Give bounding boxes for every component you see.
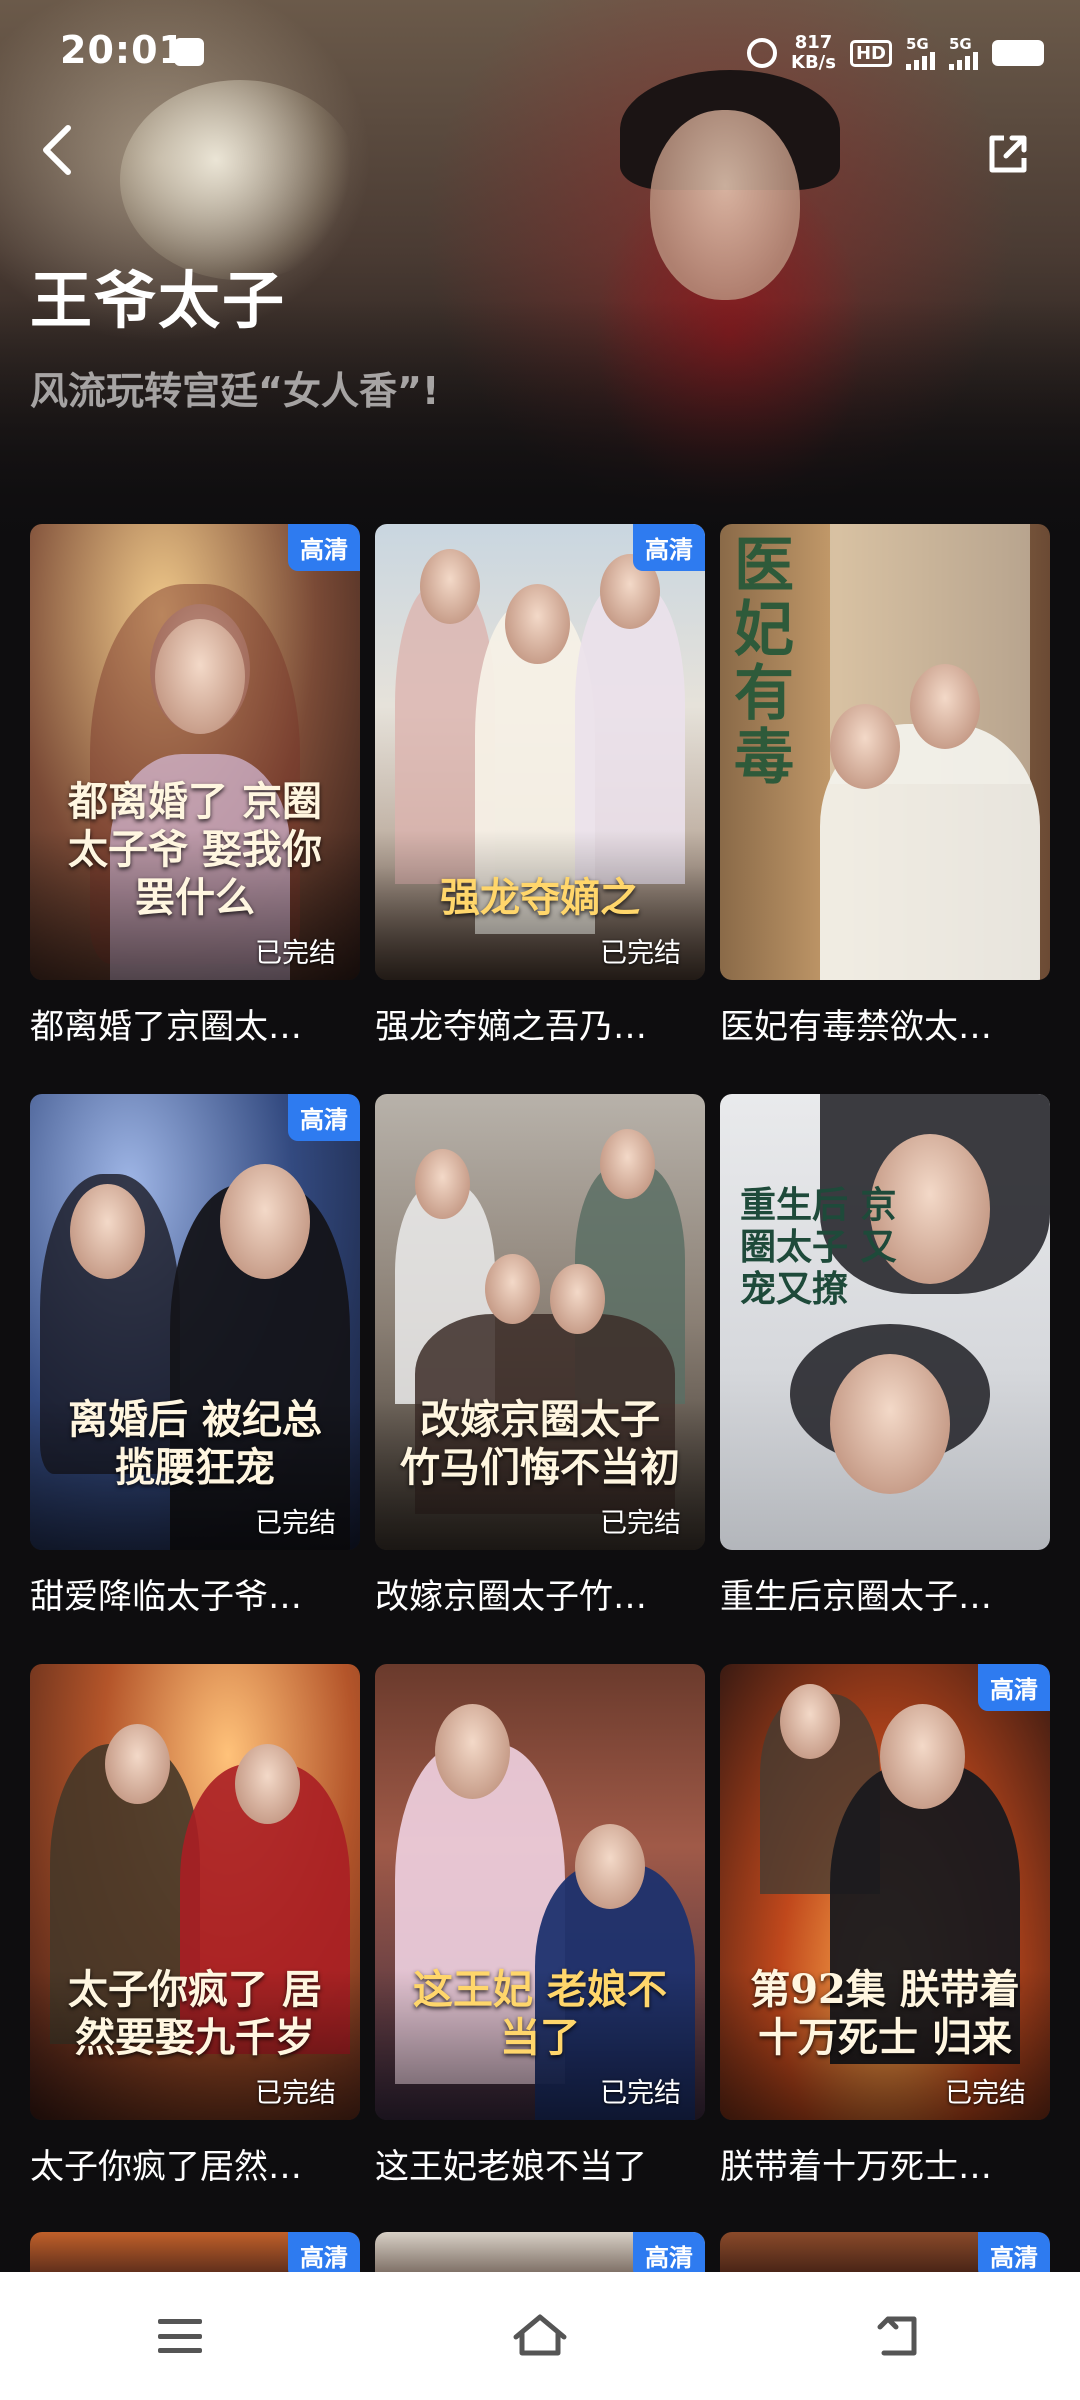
- drama-card[interactable]: 离婚后 被纪总揽腰狂宠 高清 已完结 甜爱降临太子爷…: [30, 1094, 360, 1664]
- drama-title[interactable]: 太子你疯了居然…: [30, 2139, 360, 2188]
- completion-status: 已完结: [600, 2078, 681, 2109]
- poster-art-text: 强龙夺嫡之: [440, 874, 640, 921]
- drama-poster[interactable]: 太子你疯了 居然要娶九千岁 已完结: [30, 1664, 360, 2120]
- drama-card[interactable]: 第92集 朕带着十万死士 归来 高清 已完结 朕带着十万死士…: [720, 1664, 1050, 2234]
- status-bar: 20:01 817 KB/s HD 5G 5G: [0, 0, 1080, 100]
- hd-badge: 高清: [288, 524, 360, 571]
- drama-title[interactable]: 医妃有毒禁欲太…: [720, 999, 1050, 1048]
- poster-art-text: 太子你疯了 居然要娶九千岁: [68, 1966, 322, 2061]
- drama-card[interactable]: 太子你疯了 居然要娶九千岁 已完结 太子你疯了居然…: [30, 1664, 360, 2234]
- poster-art-text: 第92集 朕带着十万死士 归来: [750, 1966, 1020, 2061]
- completion-status: 已完结: [600, 938, 681, 969]
- banner-figure-face: [650, 110, 800, 300]
- home-icon: [513, 2314, 567, 2356]
- home-button[interactable]: [480, 2296, 600, 2376]
- hd-badge: 高清: [633, 524, 705, 571]
- drama-title[interactable]: 重生后京圈太子…: [720, 1569, 1050, 1618]
- drama-card[interactable]: 医妃有毒 医妃有毒禁欲太…: [720, 524, 1050, 1094]
- drama-title[interactable]: 这王妃老娘不当了: [375, 2139, 705, 2188]
- network-speed: 817 KB/s: [791, 33, 836, 73]
- hd-badge: 高清: [288, 1094, 360, 1141]
- drama-poster[interactable]: 这王妃 老娘不当了 已完结: [375, 1664, 705, 2120]
- completion-status: 已完结: [600, 1508, 681, 1539]
- hd-badge: 高清: [978, 1664, 1050, 1711]
- status-icons: 817 KB/s HD 5G 5G: [747, 28, 1044, 78]
- page-title: 王爷太子: [30, 264, 287, 337]
- drama-poster[interactable]: 都离婚了 京圈太子爷 娶我你罢什么 高清 已完结: [30, 524, 360, 980]
- share-button[interactable]: [984, 130, 1032, 178]
- drama-title[interactable]: 甜爱降临太子爷…: [30, 1569, 360, 1618]
- drama-grid: 都离婚了 京圈太子爷 娶我你罢什么 高清 已完结 都离婚了京圈太… 强龙夺嫡之 …: [30, 524, 1050, 2234]
- poster-art-text: 医妃有毒: [734, 531, 794, 793]
- poster-art-text: 这王妃 老娘不当了: [413, 1966, 667, 2061]
- completion-status: 已完结: [255, 1508, 336, 1539]
- drama-card[interactable]: 强龙夺嫡之 高清 已完结 强龙夺嫡之吾乃…: [375, 524, 705, 1094]
- drama-title[interactable]: 朕带着十万死士…: [720, 2139, 1050, 2188]
- drama-title[interactable]: 都离婚了京圈太…: [30, 999, 360, 1048]
- back-button[interactable]: [38, 120, 98, 190]
- poster-art-text: 离婚后 被纪总揽腰狂宠: [68, 1396, 322, 1491]
- back-icon: [877, 2316, 917, 2356]
- completion-status: 已完结: [255, 2078, 336, 2109]
- completion-status: 已完结: [945, 2078, 1026, 2109]
- drama-card[interactable]: 都离婚了 京圈太子爷 娶我你罢什么 高清 已完结 都离婚了京圈太…: [30, 524, 360, 1094]
- drama-poster[interactable]: 第92集 朕带着十万死士 归来 高清 已完结: [720, 1664, 1050, 2120]
- network-speed-value: 817: [794, 32, 833, 53]
- chevron-left-icon: [43, 125, 71, 175]
- drama-card[interactable]: 改嫁京圈太子 竹马们悔不当初 已完结 改嫁京圈太子竹…: [375, 1094, 705, 1664]
- poster-art-text: 改嫁京圈太子 竹马们悔不当初: [400, 1396, 680, 1491]
- system-navigation-bar: [0, 2272, 1080, 2400]
- back-nav-button[interactable]: [840, 2296, 960, 2376]
- completion-status: 已完结: [255, 938, 336, 969]
- signal-icon: 5G: [949, 34, 978, 70]
- drama-title[interactable]: 强龙夺嫡之吾乃…: [375, 999, 705, 1048]
- page-subtitle: 风流玩转宫廷“女人香”!: [30, 369, 440, 413]
- sim1-label: 5G: [906, 34, 929, 53]
- notification-icon: [174, 38, 204, 66]
- recent-apps-button[interactable]: [120, 2296, 240, 2376]
- drama-poster[interactable]: 强龙夺嫡之 高清 已完结: [375, 524, 705, 980]
- drama-poster[interactable]: 重生后 京圈太子 又宠又撩: [720, 1094, 1050, 1550]
- menu-icon: [158, 2319, 202, 2353]
- alarm-icon: [747, 38, 778, 68]
- drama-poster[interactable]: 离婚后 被纪总揽腰狂宠 高清 已完结: [30, 1094, 360, 1550]
- poster-art-text: 重生后 京圈太子 又宠又撩: [740, 1184, 897, 1310]
- network-speed-unit: KB/s: [791, 52, 836, 73]
- drama-card[interactable]: 重生后 京圈太子 又宠又撩 重生后京圈太子…: [720, 1094, 1050, 1664]
- poster-art-text: 都离婚了 京圈太子爷 娶我你罢什么: [68, 778, 322, 921]
- drama-card[interactable]: 这王妃 老娘不当了 已完结 这王妃老娘不当了: [375, 1664, 705, 2234]
- drama-poster[interactable]: 改嫁京圈太子 竹马们悔不当初 已完结: [375, 1094, 705, 1550]
- status-time: 20:01: [60, 28, 186, 72]
- hd-voice-icon: HD: [849, 39, 892, 67]
- share-icon: [989, 135, 1027, 173]
- drama-poster[interactable]: 医妃有毒: [720, 524, 1050, 980]
- signal-icon: 5G: [906, 34, 935, 70]
- battery-icon: [992, 40, 1044, 66]
- drama-title[interactable]: 改嫁京圈太子竹…: [375, 1569, 705, 1618]
- sim2-label: 5G: [949, 34, 972, 53]
